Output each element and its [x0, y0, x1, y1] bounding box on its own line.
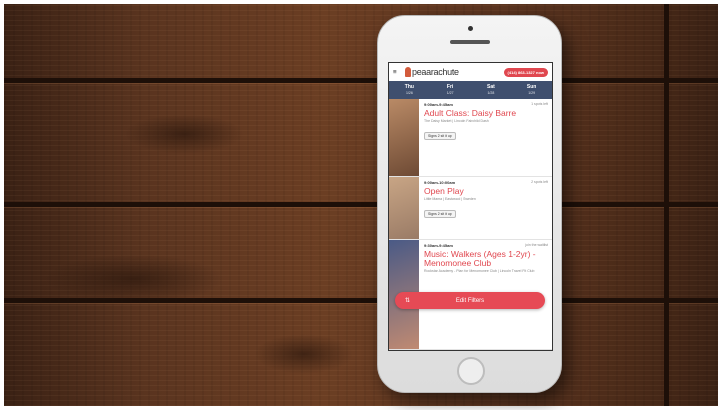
class-location: The Daisy Market | Lincoln Fairchild Das… — [424, 119, 489, 123]
class-location: Little Mama | Eastwood | Sweden — [424, 197, 476, 201]
tab-day-label: Sun — [526, 84, 537, 90]
class-thumbnail — [389, 99, 419, 176]
wood-knot — [124, 114, 244, 154]
class-time: 9:00am-9:45am — [424, 102, 453, 107]
signup-button[interactable]: Signs 2 sit it up — [424, 132, 456, 140]
hamburger-menu-icon[interactable]: ☰ — [393, 70, 403, 74]
tab-date-label: 1/26 — [405, 91, 413, 95]
tab-date-label: 1/28 — [487, 91, 495, 95]
wood-knot — [254, 334, 354, 374]
signup-button[interactable]: Signs 2 sit it up — [424, 210, 456, 218]
class-title[interactable]: Open Play — [424, 187, 548, 196]
edit-filters-button[interactable]: ⇅ Edit Filters — [395, 292, 545, 309]
class-info: 9:00am-10:00am 2 spots left Open Play Li… — [419, 177, 552, 239]
class-time: 9:00am-10:00am — [424, 180, 456, 185]
class-title[interactable]: Adult Class: Daisy Barre — [424, 109, 548, 118]
edit-filters-label: Edit Filters — [455, 297, 485, 304]
wood-knot — [44, 254, 224, 304]
day-tabs: Thu 1/26 Fri 1/27 Sat 1/28 Sun 1/29 — [389, 81, 552, 99]
filter-icon: ⇅ — [405, 298, 411, 304]
tab-date-label: 1/27 — [446, 91, 454, 95]
app-header: ☰ peaarachute (414) 863-1327 now — [389, 63, 552, 81]
plank-gap — [664, 4, 669, 406]
tab-day-2[interactable]: Sat 1/28 — [471, 81, 512, 99]
call-phone-button[interactable]: (414) 863-1327 now — [503, 67, 548, 77]
class-item[interactable]: 9:00am-9:45am 1 spots left Adult Class: … — [389, 99, 552, 177]
tab-day-label: Sat — [486, 84, 495, 90]
app-logo-text: peaarachute — [412, 67, 459, 77]
class-item[interactable]: 9:00am-10:00am 2 spots left Open Play Li… — [389, 177, 552, 240]
phone-speaker — [450, 40, 490, 44]
tab-date-label: 1/29 — [528, 91, 536, 95]
tab-day-label: Fri — [446, 84, 454, 90]
class-title[interactable]: Music: Walkers (Ages 1-2yr) - Menomonee … — [424, 250, 548, 268]
class-location: Rockstar Academy - Plan for Menomonee Cl… — [424, 269, 535, 273]
phone-screen: ☰ peaarachute (414) 863-1327 now Thu 1/2… — [388, 62, 553, 351]
class-spots: 2 spots left — [531, 180, 548, 184]
logo-icon — [405, 67, 411, 77]
home-button[interactable] — [457, 357, 485, 385]
tab-day-3[interactable]: Sun 1/29 — [511, 81, 552, 99]
plank-gap — [4, 78, 718, 83]
tab-day-0[interactable]: Thu 1/26 — [389, 81, 430, 99]
tab-day-label: Thu — [404, 84, 414, 90]
class-info: 9:00am-9:45am 1 spots left Adult Class: … — [419, 99, 552, 176]
class-list: 9:00am-9:45am 1 spots left Adult Class: … — [389, 99, 552, 350]
wooden-table-background — [4, 4, 718, 406]
class-spots: 1 spots left — [531, 102, 548, 106]
plank-gap — [4, 202, 718, 207]
class-spots: join the waitlist — [525, 243, 548, 247]
phone-device: ☰ peaarachute (414) 863-1327 now Thu 1/2… — [377, 15, 562, 393]
tab-day-1[interactable]: Fri 1/27 — [430, 81, 471, 99]
class-thumbnail — [389, 177, 419, 239]
front-camera — [468, 26, 473, 31]
